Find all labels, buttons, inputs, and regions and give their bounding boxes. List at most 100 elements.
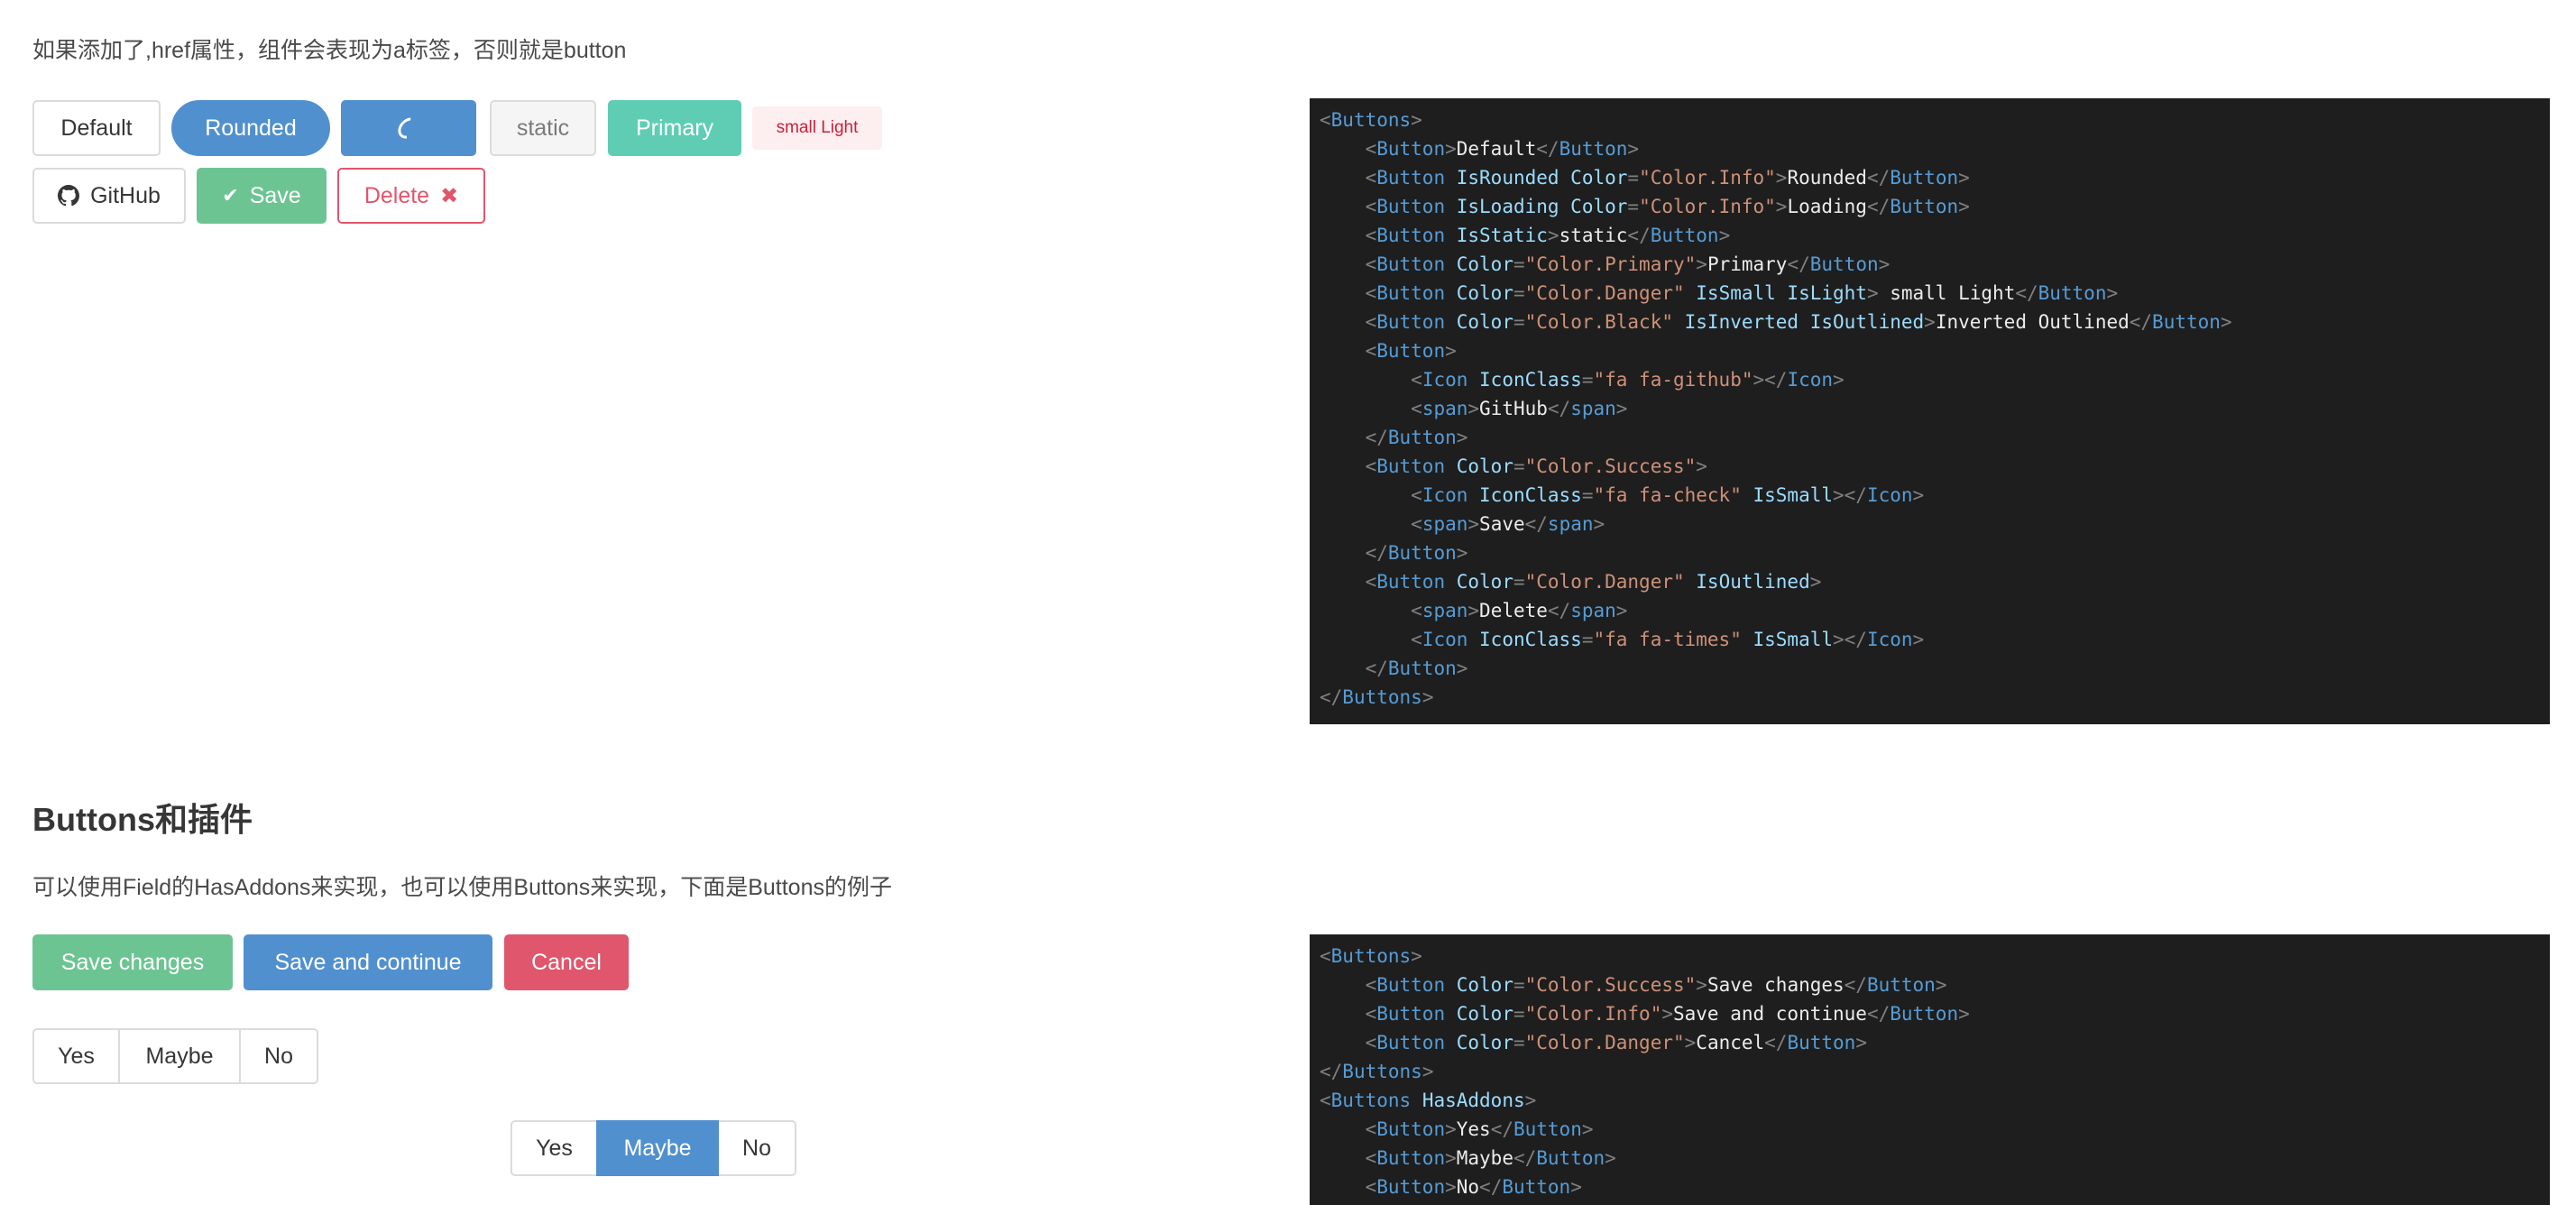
code-token: > [1696,253,1707,275]
code-token: Button [1376,225,1457,246]
code-token: Buttons [1330,109,1412,131]
save-button[interactable]: ✔ Save [197,168,327,224]
code-token: Color [1456,253,1513,275]
code-token: </ [1866,196,1891,217]
code-token: > [1411,109,1422,131]
code-token: = [1513,571,1525,593]
code-token: Icon [1421,629,1480,650]
loading-spinner-icon [393,113,424,143]
code-token: > [1855,1032,1867,1053]
code-token: Cancel [1696,1032,1765,1053]
primary-button[interactable]: Primary [608,100,741,156]
addons-group-centered: Yes Maybe No [511,1120,796,1176]
code-token: Rounded [1787,167,1867,189]
code-token: Button [1890,196,1959,217]
addon-yes-button[interactable]: Yes [32,1028,120,1084]
code-token: > [1878,253,1891,275]
code-token: > [1912,629,1925,650]
code-token: Yes [1456,1118,1491,1140]
loading-button[interactable] [341,100,476,156]
code-line: <Icon IconClass="fa fa-github"></Icon> [1320,365,2540,394]
code-token: > [1605,1147,1616,1169]
github-button[interactable]: GitHub [32,168,186,224]
code-token: Loading [1787,196,1867,217]
small-light-button[interactable]: small Light [752,106,882,150]
code-token: Button [2038,282,2107,304]
code-token: < [1365,311,1377,333]
code-token: Color [1456,974,1513,996]
code-token: Icon [1787,369,1834,391]
code-token: Button [1376,196,1457,217]
code-token: </ [1524,513,1548,535]
save-and-continue-button[interactable]: Save and continue [244,934,492,990]
code-token: </ [1866,167,1891,189]
code-token: Button [1376,455,1457,477]
code-token: > [1445,138,1457,160]
code-token: IconClass [1479,629,1582,650]
code-token: < [1411,600,1422,621]
code-token: </ [1627,225,1651,246]
code-token: Button [1376,1147,1446,1169]
code-line: </Buttons> [1320,683,2540,712]
code-token: IconClass [1479,369,1582,391]
delete-button[interactable]: Delete ✖ [337,168,485,224]
cancel-button[interactable]: Cancel [504,934,629,990]
code-token: < [1365,167,1377,189]
code-token: > [1958,1003,1970,1025]
code-token: "Color.Danger" [1524,571,1697,593]
delete-label: Delete [363,182,430,208]
code-token: > [1456,658,1468,679]
rounded-button[interactable]: Rounded [171,100,330,156]
code-token: > [1467,600,1480,621]
code-line: <Button IsLoading Color="Color.Info">Loa… [1320,192,2540,221]
code-token: "fa fa-check" [1593,484,1753,506]
code-token: GitHub [1479,398,1548,419]
code-token: "Color.Success" [1524,455,1697,477]
code-line: <Button Color="Color.Danger" IsOutlined> [1320,567,2540,596]
code-token: </ [1866,1003,1891,1025]
code-token: Button [1890,167,1959,189]
code-token: = [1513,311,1525,333]
code-token: span [1421,513,1468,535]
addon-maybe-button-selected[interactable]: Maybe [596,1120,719,1176]
code-token: Primary [1707,253,1788,275]
code-token: IsRounded Color [1456,167,1628,189]
code-token: </ [1479,1176,1503,1198]
code-token: Button [1376,571,1457,593]
code-token: Color [1456,571,1513,593]
code-token: </ [1365,542,1388,564]
code-token: = [1627,196,1640,217]
addon-maybe-button[interactable]: Maybe [118,1028,241,1084]
addon-no-button[interactable]: No [239,1028,318,1084]
code-token: < [1365,1003,1377,1025]
code-token: Button [1376,311,1457,333]
code-line: <span>GitHub</span> [1320,394,2540,423]
code-token: > [1696,974,1707,996]
code-token: Button [1376,1176,1446,1198]
code-token: Icon [1421,484,1480,506]
section-title: Buttons和插件 [32,801,253,838]
code-token: IsOutlined [1696,571,1810,593]
code-token: = [1513,1003,1525,1025]
code-token: Button [1559,138,1628,160]
code-token: </ [2015,282,2038,304]
code-line: <Icon IconClass="fa fa-check" IsSmall></… [1320,481,2540,510]
default-button[interactable]: Default [32,100,161,156]
code-token: </ [1490,1118,1513,1140]
save-label: Save [249,182,301,208]
code-token: small Light [1878,282,2016,304]
code-token: Button [1376,1003,1457,1025]
save-changes-button[interactable]: Save changes [32,934,233,990]
code-token: Button [1376,340,1446,362]
code-line: <Icon IconClass="fa fa-times" IsSmall></… [1320,625,2540,654]
github-label: GitHub [90,182,161,208]
code-token: IconClass [1479,484,1582,506]
code-line: <span>Save</span> [1320,510,2540,538]
code-token: Button [1866,974,1936,996]
addon-yes-button[interactable]: Yes [511,1120,598,1176]
code-token: Save [1479,513,1525,535]
code-token: > [1935,974,1947,996]
addon-no-button[interactable]: No [717,1120,796,1176]
code-token: < [1365,340,1377,362]
code-line: <Button IsStatic>static</Button> [1320,221,2540,250]
